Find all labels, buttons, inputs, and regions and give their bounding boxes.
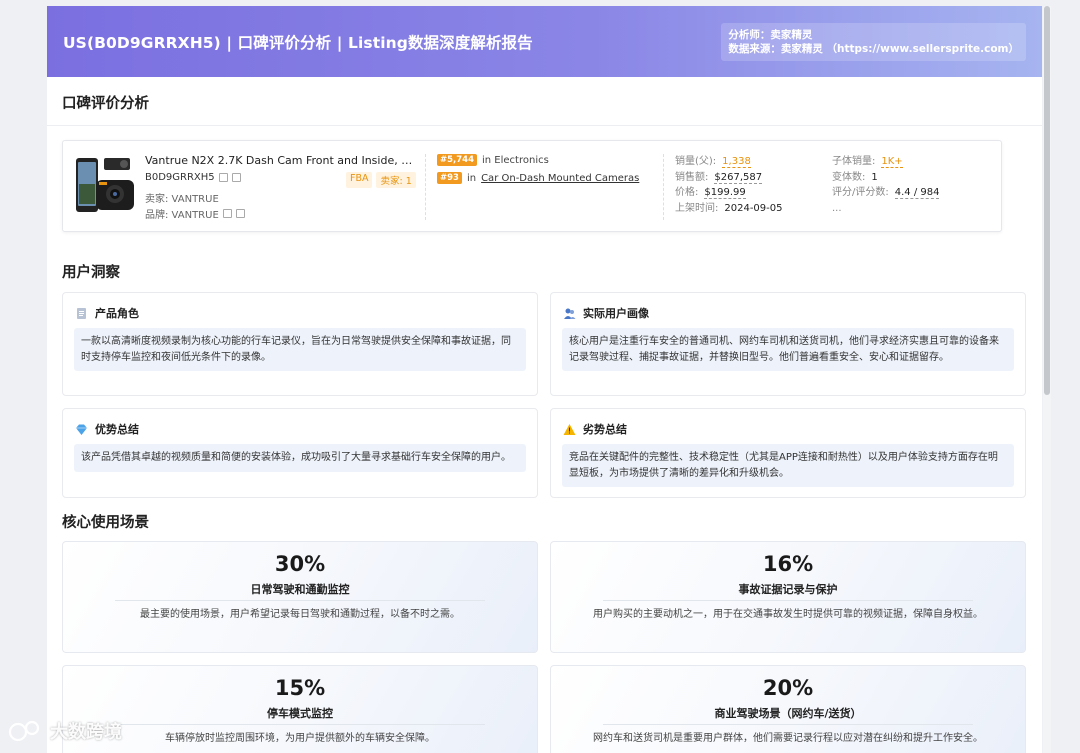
fba-badge: FBA [346, 172, 373, 188]
scene-divider [115, 724, 485, 725]
insight-card-body: 核心用户是注重行车安全的普通司机、网约车司机和送货司机，他们寻求经济实惠且可靠的… [562, 328, 1014, 371]
brand-value: 品牌: VANTRUE [145, 210, 219, 221]
scene-percentage: 20% [762, 676, 814, 700]
product-image[interactable] [74, 154, 138, 218]
rank-in: in [466, 172, 477, 184]
watermark-text: 大数跨境 [50, 722, 122, 743]
revenue-label: 销售额: [675, 171, 709, 183]
scene-name: 日常驾驶和通勤监控 [250, 583, 350, 596]
stats-column-2: 子体销量: 1K+ 变体数: 1 评分/评分数: 4.4 / 984 ... [832, 154, 940, 216]
scene-description: 网约车和送货司机是重要用户群体，他们需要记录行程以应对潜在纠纷和提升工作安全。 [593, 733, 983, 744]
scene-card: 30% 日常驾驶和通勤监控 最主要的使用场景，用户希望记录每日驾驶和通勤过程，以… [62, 541, 538, 653]
variants-label: 变体数: [832, 171, 866, 183]
rank-text: in Electronics [482, 154, 549, 166]
scene-description: 车辆停放时监控周围环境，为用户提供额外的车辆安全保障。 [165, 733, 435, 744]
insight-card-title: 产品角色 [95, 307, 139, 320]
rating-value[interactable]: 4.4 / 984 [894, 187, 940, 199]
price-label: 价格: [675, 187, 699, 198]
price-value[interactable]: $199.99 [704, 187, 746, 199]
sales-value[interactable]: 1,338 [722, 156, 751, 168]
sales-label: 销量(父): [675, 156, 717, 167]
scene-card: 16% 事故证据记录与保护 用户购买的主要动机之一，用于在交通事故发生时提供可靠… [550, 541, 1026, 653]
scrollbar-thumb[interactable] [1044, 6, 1050, 395]
external-link-icon[interactable] [231, 173, 241, 182]
report-page: US(B0D9GRRXH5) | 口碑评价分析 | Listing数据深度解析报… [47, 6, 1042, 753]
rank-category: #93 in Car On-Dash Mounted Cameras [437, 172, 639, 184]
insight-card-strengths: 优势总结 该产品凭借其卓越的视频质量和简便的安装体验，成功吸引了大量寻求基础行车… [62, 408, 538, 498]
report-header: US(B0D9GRRXH5) | 口碑评价分析 | Listing数据深度解析报… [47, 6, 1042, 77]
insight-card-header: 优势总结 [75, 421, 139, 437]
insight-card-header: 劣势总结 [563, 421, 627, 437]
rank-electronics: #5,744 in Electronics [437, 154, 549, 166]
variants-value: 1 [871, 171, 878, 183]
copy-icon[interactable] [222, 209, 232, 218]
watermark-logo-icon [8, 720, 40, 742]
product-card: Vantrue N2X 2.7K Dash Cam Front and Insi… [62, 140, 1002, 232]
insight-card-body: 竞品在关键配件的完整性、技术稳定性（尤其是APP连接和耐热性）以及用户体验支持方… [562, 444, 1014, 487]
source-label: 数据来源：卖家精灵 （https://www.sellersprite.com） [728, 42, 1019, 55]
report-title: US(B0D9GRRXH5) | 口碑评价分析 | Listing数据深度解析报… [63, 33, 533, 52]
product-badges: FBA 卖家: 1 [346, 172, 416, 188]
date-value: 2024-09-05 [724, 202, 783, 214]
product-brand: 品牌: VANTRUE [145, 206, 245, 221]
insight-card-user-persona: 实际用户画像 核心用户是注重行车安全的普通司机、网约车司机和送货司机，他们寻求经… [550, 292, 1026, 396]
rank-badge: #5,744 [437, 154, 478, 166]
product-seller: 卖家: VANTRUE [145, 194, 219, 205]
insight-card-header: 产品角色 [75, 305, 139, 321]
scene-name: 停车模式监控 [267, 707, 333, 720]
copy-icon[interactable] [218, 173, 228, 182]
scene-description: 最主要的使用场景，用户希望记录每日驾驶和通勤过程，以备不时之需。 [140, 609, 460, 620]
column-separator [663, 154, 664, 220]
stats-column-1: 销量(父): 1,338 销售额: $267,587 价格: $199.99 上架时间… [675, 154, 783, 216]
revenue-value[interactable]: $267,587 [714, 171, 763, 184]
analyst-label: 分析师：卖家精灵 [728, 28, 813, 41]
product-asin: B0D9GRRXH5 [145, 172, 241, 183]
rating-label: 评分/评分数: [832, 187, 889, 198]
document-icon [77, 307, 86, 319]
asin-value: B0D9GRRXH5 [145, 172, 215, 183]
scene-card: 15% 停车模式监控 车辆停放时监控周围环境，为用户提供额外的车辆安全保障。 [62, 665, 538, 753]
product-name[interactable]: Vantrue N2X 2.7K Dash Cam Front and Insi… [145, 154, 415, 167]
scene-percentage: 16% [762, 552, 814, 576]
insight-card-product-role: 产品角色 一款以高清晰度视频录制为核心功能的行车记录仪，旨在为日常驾驶提供安全保… [62, 292, 538, 396]
scene-name: 事故证据记录与保护 [738, 583, 838, 596]
insight-card-title: 优势总结 [95, 423, 139, 436]
seller-count-badge: 卖家: 1 [376, 172, 416, 188]
warning-icon [563, 423, 576, 435]
child-sales-label: 子体销量: [832, 156, 876, 167]
scene-card: 20% 商业驾驶场景（网约车/送货） 网约车和送货司机是重要用户群体，他们需要记… [550, 665, 1026, 753]
users-icon [564, 308, 576, 319]
scene-divider [115, 600, 485, 601]
insight-card-title: 实际用户画像 [583, 307, 649, 320]
section-title-reviews: 口碑评价分析 [62, 96, 149, 112]
diamond-icon [76, 424, 87, 435]
scene-percentage: 30% [274, 552, 326, 576]
more-stats[interactable]: ... [832, 203, 842, 214]
rank-badge: #93 [437, 172, 462, 184]
section-title-insight: 用户洞察 [62, 265, 120, 281]
column-separator [425, 154, 426, 220]
insight-card-header: 实际用户画像 [563, 305, 649, 321]
scene-percentage: 15% [274, 676, 326, 700]
insight-card-body: 一款以高清晰度视频录制为核心功能的行车记录仪，旨在为日常驾驶提供安全保障和事故证… [74, 328, 526, 371]
section-title-scenes: 核心使用场景 [62, 515, 149, 531]
scene-name: 商业驾驶场景（网约车/送货） [714, 707, 862, 720]
date-label: 上架时间: [675, 202, 719, 214]
section-divider [47, 125, 1042, 126]
watermark: 大数跨境 [8, 718, 122, 744]
scene-divider [603, 600, 973, 601]
scene-description: 用户购买的主要动机之一，用于在交通事故发生时提供可靠的视频证据，保障自身权益。 [593, 609, 983, 620]
child-sales-value[interactable]: 1K+ [881, 156, 903, 168]
insight-card-title: 劣势总结 [583, 423, 627, 436]
insight-card-body: 该产品凭借其卓越的视频质量和简便的安装体验，成功吸引了大量寻求基础行车安全保障的… [74, 444, 526, 472]
rank-category-link[interactable]: Car On-Dash Mounted Cameras [481, 173, 639, 184]
report-meta: 分析师：卖家精灵 数据来源：卖家精灵 （https://www.sellersp… [721, 22, 1026, 61]
insight-card-weaknesses: 劣势总结 竞品在关键配件的完整性、技术稳定性（尤其是APP连接和耐热性）以及用户… [550, 408, 1026, 498]
external-link-icon[interactable] [235, 209, 245, 218]
scene-divider [603, 724, 973, 725]
